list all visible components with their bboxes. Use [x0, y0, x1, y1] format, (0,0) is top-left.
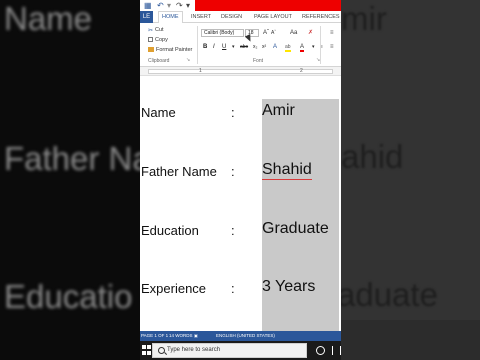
chevron-down-icon[interactable]: ▾: [167, 1, 171, 10]
backdrop-text: Educatio: [4, 278, 133, 315]
copy-icon: [148, 37, 153, 42]
text-effects-button[interactable]: A: [273, 44, 277, 51]
cortana-icon[interactable]: [316, 346, 325, 355]
search-placeholder: Type here to search: [167, 347, 221, 353]
tab-insert[interactable]: INSERT: [191, 11, 211, 23]
underline-dropdown-icon[interactable]: ▾: [232, 44, 235, 51]
windows-start-icon[interactable]: [142, 345, 152, 355]
customize-qat-icon[interactable]: ▾: [186, 1, 190, 10]
tab-design[interactable]: DESIGN: [221, 11, 242, 23]
backdrop-text: Name: [4, 0, 93, 37]
ribbon-home: ✂ Cut Copy Format Painter Clipboard ↘ Cal…: [140, 23, 341, 67]
font-color-dropdown-icon[interactable]: ▾: [312, 44, 315, 51]
task-view-icon[interactable]: [332, 346, 341, 355]
row-label: Father Name: [141, 164, 217, 179]
row-value: Amir: [262, 102, 295, 119]
search-icon: [158, 347, 165, 354]
subscript-button[interactable]: x₂: [253, 44, 257, 51]
change-case-button[interactable]: Aa: [290, 30, 297, 37]
grow-font-button[interactable]: Aˆ: [263, 30, 269, 37]
backdrop-text: mir: [341, 0, 387, 37]
superscript-button[interactable]: x²: [262, 44, 266, 51]
font-group-label: Font: [253, 58, 264, 64]
word-window: ▦ ↶ ▾ ↷ ▾ LE HOME INSERT DESIGN PAGE LAY…: [140, 0, 341, 360]
shrink-font-button[interactable]: Aˇ: [271, 30, 276, 37]
highlight-color-button[interactable]: ab: [285, 44, 291, 52]
backdrop-text: Father Na: [4, 140, 140, 177]
copy-label: Copy: [155, 37, 168, 43]
tab-references[interactable]: REFERENCES: [302, 11, 340, 23]
row-label: Name: [141, 105, 176, 120]
font-color-button[interactable]: A: [300, 44, 305, 52]
row-value: 3 Years: [262, 278, 316, 295]
align-center-icon[interactable]: ≡: [330, 44, 334, 51]
underline-button[interactable]: U: [222, 44, 226, 51]
dialog-launcher-icon[interactable]: ↘: [186, 57, 190, 63]
blurred-backdrop-left: Name Father Na Educatio: [0, 0, 140, 360]
row-value: Shahid: [262, 161, 312, 180]
title-bar: ▦ ↶ ▾ ↷ ▾: [140, 0, 341, 11]
tab-file[interactable]: LE: [140, 11, 153, 23]
bold-button[interactable]: B: [203, 44, 207, 51]
ruler-mark: 2: [300, 68, 303, 74]
copy-button[interactable]: Copy: [148, 37, 168, 44]
redo-icon[interactable]: ↷: [176, 1, 183, 10]
proofing-icon[interactable]: ▣: [194, 333, 198, 338]
document-page[interactable]: Name : Amir Father Name : Shahid Educati…: [140, 76, 341, 331]
group-divider: [320, 26, 321, 64]
ruler-page-area: [148, 69, 333, 74]
clipboard-group-label: Clipboard: [148, 58, 170, 64]
strikethrough-button[interactable]: abc: [240, 44, 248, 51]
word-count[interactable]: 14 WORDS: [169, 333, 193, 338]
page-count[interactable]: PAGE 1 OF 1: [141, 333, 168, 338]
row-colon: :: [231, 105, 235, 120]
highlight-column: [262, 99, 339, 331]
format-painter-button[interactable]: Format Painter: [148, 47, 192, 54]
align-left-icon[interactable]: ≡: [330, 30, 334, 37]
language-indicator[interactable]: ENGLISH (UNITED STATES): [216, 333, 275, 338]
row-label: Education: [141, 223, 199, 238]
italic-button[interactable]: I: [213, 44, 215, 51]
video-frame: Name Father Na Educatio mir ahid aduate …: [0, 0, 480, 360]
tab-page-layout[interactable]: PAGE LAYOUT: [254, 11, 292, 23]
row-colon: :: [231, 164, 235, 179]
row-colon: :: [231, 281, 235, 296]
brush-icon: [148, 47, 154, 52]
format-painter-label: Format Painter: [156, 47, 193, 53]
undo-icon[interactable]: ↶: [157, 1, 164, 10]
font-family-select[interactable]: Calibri (Body): [201, 29, 244, 37]
blurred-backdrop-right: mir ahid aduate: [341, 0, 480, 360]
group-divider: [197, 26, 198, 64]
cut-button[interactable]: ✂ Cut: [148, 27, 164, 34]
save-icon[interactable]: ▦: [144, 1, 152, 10]
row-value: Graduate: [262, 220, 329, 237]
cut-label: Cut: [155, 27, 164, 33]
backdrop-text: aduate: [341, 276, 438, 313]
row-colon: :: [231, 223, 235, 238]
row-label: Experience: [141, 281, 207, 296]
clear-formatting-icon[interactable]: ✗: [308, 30, 313, 37]
scissors-icon: ✂: [148, 28, 154, 34]
windows-taskbar: Type here to search: [140, 341, 341, 360]
ribbon-tabs: LE HOME INSERT DESIGN PAGE LAYOUT REFERE…: [140, 11, 341, 24]
title-bar-accent: [195, 0, 341, 11]
horizontal-ruler[interactable]: 1 2: [140, 67, 341, 76]
taskbar-search-box[interactable]: Type here to search: [152, 343, 307, 358]
status-bar: PAGE 1 OF 1 14 WORDS ▣ ENGLISH (UNITED S…: [140, 331, 341, 341]
backdrop-text: ahid: [341, 138, 404, 175]
ruler-mark: 1: [199, 68, 202, 74]
